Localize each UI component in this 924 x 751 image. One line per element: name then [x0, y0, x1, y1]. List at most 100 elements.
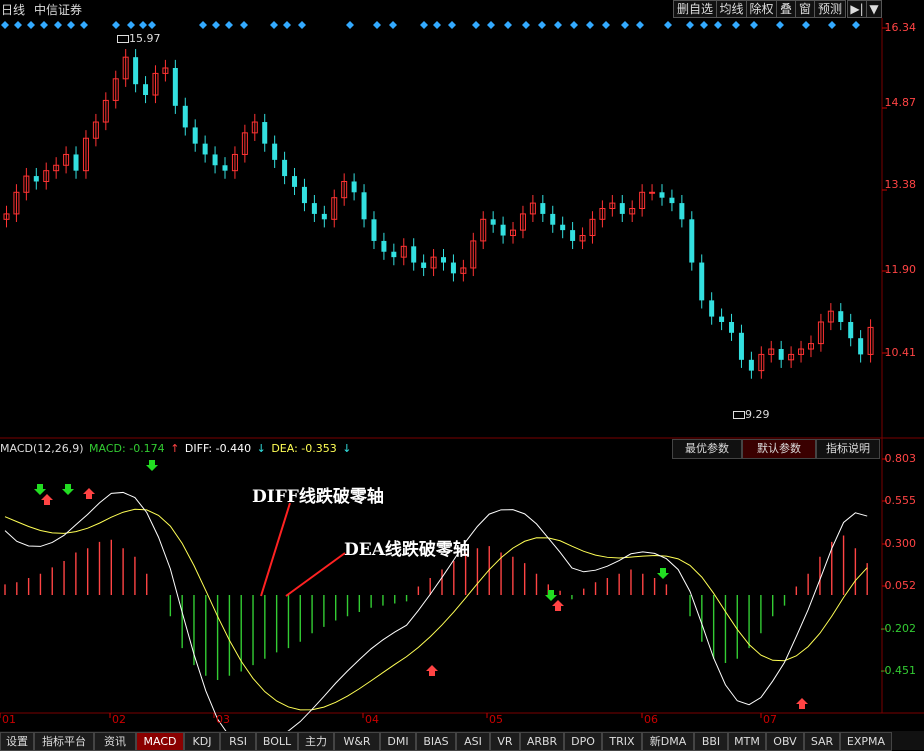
- tab-sar[interactable]: SAR: [804, 732, 840, 751]
- tab-news[interactable]: 资讯: [94, 732, 136, 751]
- high-price-mark: 15.97: [117, 32, 161, 45]
- candle-body: [500, 224, 506, 236]
- chevron-down-icon[interactable]: ▼: [866, 0, 882, 18]
- low-price-mark: 9.29: [733, 408, 770, 421]
- buy-signal-icon: [426, 665, 438, 676]
- next-icon[interactable]: ▶|: [847, 0, 867, 18]
- tab-settings[interactable]: 设置: [0, 732, 34, 751]
- info-markers: [1, 21, 860, 29]
- info-marker-icon: [664, 21, 672, 29]
- info-marker-icon: [852, 21, 860, 29]
- sell-signal-icon: [657, 568, 669, 579]
- info-marker-icon: [148, 21, 156, 29]
- dea-cross-pointer: [285, 552, 346, 597]
- info-marker-icon: [487, 21, 495, 29]
- annotation-pointers: [260, 502, 346, 597]
- month-label: 03: [216, 713, 230, 726]
- tab-vr[interactable]: VR: [490, 732, 520, 751]
- tab-kdj[interactable]: KDJ: [184, 732, 220, 751]
- sell-signal-icon: [34, 484, 46, 495]
- forecast-button[interactable]: 预测: [814, 0, 846, 18]
- tab-asi[interactable]: ASI: [456, 732, 490, 751]
- tab-main-force[interactable]: 主力: [298, 732, 334, 751]
- info-marker-icon: [240, 21, 248, 29]
- candle-body: [570, 230, 576, 241]
- default-params-tab[interactable]: 默认参数: [742, 439, 816, 459]
- candle-body: [540, 203, 546, 214]
- info-marker-icon: [139, 21, 147, 29]
- ma-button[interactable]: 均线: [716, 0, 747, 18]
- candle-body: [202, 143, 208, 155]
- period-label[interactable]: 日线: [1, 1, 25, 18]
- optimal-params-tab[interactable]: 最优参数: [672, 439, 742, 459]
- sell-signal-icon: [62, 484, 74, 495]
- month-label: 05: [489, 713, 503, 726]
- candle-body: [301, 186, 307, 204]
- info-marker-icon: [14, 21, 22, 29]
- candle-body: [848, 321, 854, 339]
- indicator-help-tab[interactable]: 指标说明: [816, 439, 880, 459]
- candle-body: [719, 316, 725, 322]
- tab-macd[interactable]: MACD: [136, 732, 184, 751]
- diff-value: DIFF: -0.440: [184, 442, 252, 455]
- diff-cross-annotation: DIFF线跌破零轴: [252, 487, 384, 507]
- indicator-name[interactable]: MACD(12,26,9): [0, 442, 84, 455]
- candle-body: [858, 338, 864, 355]
- candle-body: [292, 176, 298, 187]
- candle-body: [421, 262, 427, 268]
- sell-signal-icon: [545, 590, 557, 601]
- remove-watchlist-button[interactable]: 删自选: [673, 0, 717, 18]
- info-marker-icon: [522, 21, 530, 29]
- dea-arrow-icon: ↓: [342, 442, 352, 455]
- info-marker-icon: [621, 21, 629, 29]
- stock-chart[interactable]: [0, 18, 924, 731]
- month-label: 04: [365, 713, 379, 726]
- candle-body: [192, 127, 198, 144]
- candle-body: [371, 219, 377, 241]
- price-axis-label: 11.90: [884, 263, 917, 276]
- buy-signal-icon: [552, 600, 564, 611]
- candle-body: [490, 219, 496, 225]
- info-marker-icon: [554, 21, 562, 29]
- sell-signal-icon: [146, 460, 158, 471]
- tab-boll[interactable]: BOLL: [256, 732, 298, 751]
- candle-body: [143, 84, 149, 96]
- tab-dmi[interactable]: DMI: [380, 732, 416, 751]
- tab-rsi[interactable]: RSI: [220, 732, 256, 751]
- chart-grid: [0, 18, 924, 718]
- tab-expma[interactable]: EXPMA: [840, 732, 892, 751]
- tab-new-dma[interactable]: 新DMA: [642, 732, 694, 751]
- candle-body: [311, 203, 317, 214]
- tab-mtm[interactable]: MTM: [728, 732, 766, 751]
- info-marker-icon: [700, 21, 708, 29]
- candle-body: [659, 192, 665, 198]
- buy-signal-icon: [41, 494, 53, 505]
- tab-dpo[interactable]: DPO: [564, 732, 602, 751]
- macd-axis-label: -0.451: [880, 664, 916, 677]
- tab-obv[interactable]: OBV: [766, 732, 804, 751]
- window-button[interactable]: 窗: [795, 0, 815, 18]
- tab-indicator-platform[interactable]: 指标平台: [34, 732, 94, 751]
- tab-bias[interactable]: BIAS: [416, 732, 456, 751]
- tab-arbr[interactable]: ARBR: [520, 732, 564, 751]
- info-marker-icon: [636, 21, 644, 29]
- price-axis-label: 14.87: [884, 96, 917, 109]
- info-marker-icon: [27, 21, 35, 29]
- info-marker-icon: [732, 21, 740, 29]
- candle-body: [838, 311, 844, 322]
- info-marker-icon: [602, 21, 610, 29]
- ex-rights-button[interactable]: 除权: [746, 0, 777, 18]
- info-marker-icon: [389, 21, 397, 29]
- candle-body: [361, 192, 367, 220]
- tab-bbi[interactable]: BBI: [694, 732, 728, 751]
- tab-trix[interactable]: TRIX: [602, 732, 642, 751]
- overlay-button[interactable]: 叠: [776, 0, 796, 18]
- candle-body: [709, 300, 715, 317]
- info-marker-icon: [346, 21, 354, 29]
- tab-wr[interactable]: W&R: [334, 732, 380, 751]
- candle-body: [33, 176, 39, 182]
- info-marker-icon: [714, 21, 722, 29]
- info-marker-icon: [298, 21, 306, 29]
- month-label: 02: [112, 713, 126, 726]
- macd-axis-label: 0.555: [884, 494, 917, 507]
